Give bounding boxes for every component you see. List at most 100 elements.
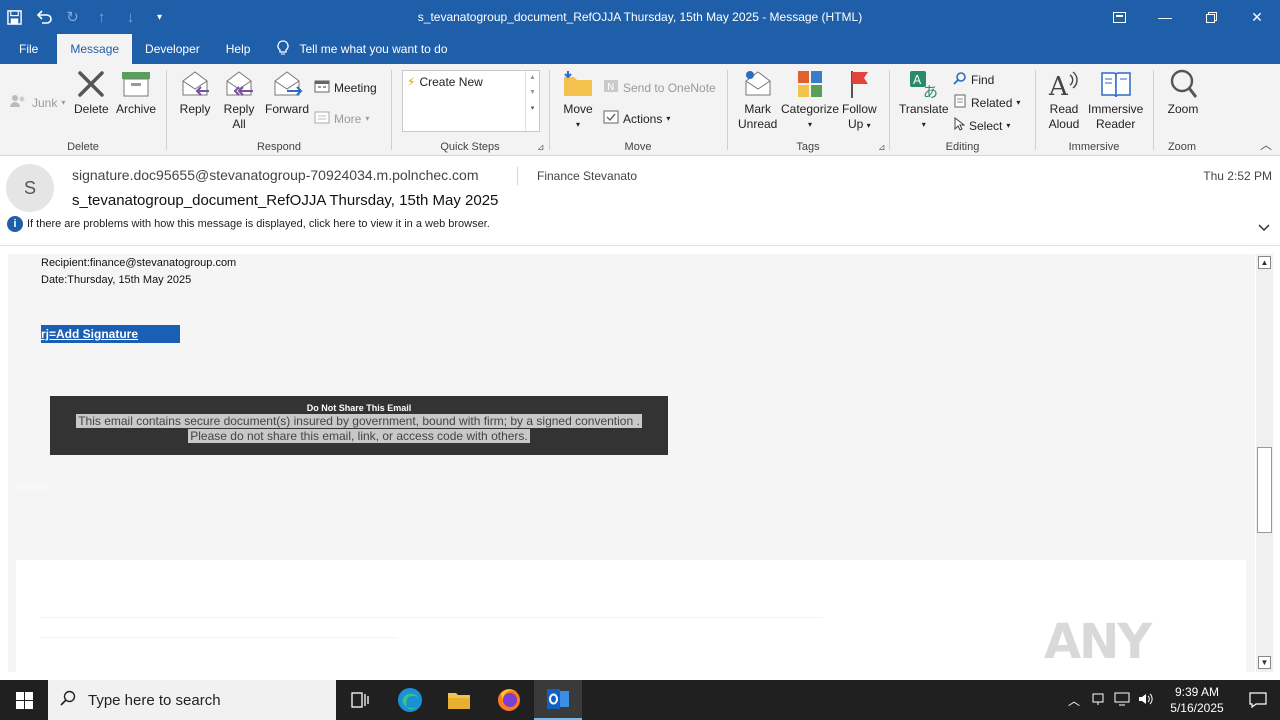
group-label-immersive: Immersive <box>1068 141 1120 153</box>
lightning-icon: ⚡ <box>407 75 416 89</box>
related-icon <box>953 94 967 111</box>
avatar[interactable]: S <box>6 164 54 212</box>
window-title: s_tevanatogroup_document_RefOJJA Thursda… <box>417 10 863 24</box>
notification-center-icon[interactable] <box>1236 680 1280 720</box>
search-placeholder: Type here to search <box>88 691 221 709</box>
tab-help[interactable]: Help <box>213 34 264 64</box>
search-icon <box>60 690 76 710</box>
firefox-icon[interactable] <box>485 680 533 720</box>
tell-me-text: Tell me what you want to do <box>299 42 448 56</box>
ribbon-separator <box>166 70 167 150</box>
info-bar[interactable]: i If there are problems with how this me… <box>7 216 490 232</box>
flag-icon <box>842 68 876 100</box>
reply-all-button[interactable]: Reply All <box>222 68 256 132</box>
find-button[interactable]: Find <box>953 71 994 88</box>
tags-launcher-icon[interactable]: ⊿ <box>878 142 886 153</box>
immersive-reader-icon <box>1099 68 1133 100</box>
network-icon[interactable] <box>1110 692 1134 709</box>
move-button[interactable]: Move ▾ <box>561 68 595 132</box>
archive-button[interactable]: Archive <box>116 68 156 117</box>
close-icon[interactable]: ✕ <box>1234 0 1280 34</box>
clock-time: 9:39 AM <box>1174 685 1220 699</box>
previous-item-icon[interactable]: ↑ <box>87 0 116 34</box>
delete-button[interactable]: Delete <box>74 68 109 117</box>
svg-text:A: A <box>913 73 922 87</box>
quick-step-create-new[interactable]: ⚡ Create New <box>407 75 483 89</box>
taskbar-search-box[interactable]: Type here to search <box>48 680 336 720</box>
save-icon[interactable] <box>0 0 29 34</box>
file-explorer-icon[interactable] <box>435 680 483 720</box>
minimize-icon[interactable]: — <box>1142 0 1188 34</box>
more-respond-button[interactable]: More ▾ <box>314 110 369 127</box>
title-bar: ↻ ↑ ↓ ▾ s_tevanatogroup_document_RefOJJA… <box>0 0 1280 34</box>
recipient-name[interactable]: Finance Stevanato <box>537 169 637 183</box>
categorize-button[interactable]: Categorize ▾ <box>781 68 839 132</box>
move-folder-icon <box>561 68 595 100</box>
reply-all-icon <box>222 68 256 100</box>
actions-icon <box>603 110 619 127</box>
scroll-down-icon[interactable]: ▼ <box>1258 656 1271 669</box>
clock-date: 5/16/2025 <box>1170 701 1224 715</box>
group-label-move: Move <box>624 141 652 153</box>
redo-icon[interactable]: ↻ <box>58 0 87 34</box>
read-aloud-button[interactable]: A Read Aloud <box>1047 68 1081 132</box>
find-icon <box>953 71 967 88</box>
volume-icon[interactable] <box>1134 692 1158 709</box>
select-cursor-icon <box>953 116 966 134</box>
meeting-button[interactable]: Meeting <box>314 79 377 96</box>
translate-button[interactable]: Aあ Translate ▾ <box>899 68 949 132</box>
read-aloud-icon: A <box>1047 68 1081 100</box>
collapse-ribbon-icon[interactable]: ︿ <box>1260 136 1272 153</box>
ribbon-display-options-icon[interactable] <box>1096 0 1142 34</box>
categorize-icon <box>793 68 827 100</box>
info-icon: i <box>7 216 23 232</box>
junk-button[interactable]: Junk ▾ <box>10 94 65 111</box>
scrollbar-thumb[interactable] <box>1257 447 1272 533</box>
restore-icon[interactable] <box>1188 0 1234 34</box>
undo-icon[interactable] <box>29 0 58 34</box>
group-label-editing: Editing <box>945 141 980 153</box>
group-label-tags: Tags <box>796 141 820 153</box>
group-label-respond: Respond <box>256 141 302 153</box>
taskbar-clock[interactable]: 9:39 AM 5/16/2025 <box>1158 684 1236 716</box>
edge-browser-icon[interactable] <box>386 680 434 720</box>
mark-unread-icon <box>741 68 775 100</box>
outlook-icon[interactable] <box>534 680 582 720</box>
actions-button[interactable]: Actions ▾ <box>603 110 670 127</box>
tab-developer[interactable]: Developer <box>132 34 213 64</box>
scroll-up-icon[interactable]: ▲ <box>1258 256 1271 269</box>
send-to-onenote-button[interactable]: N Send to OneNote <box>603 79 716 96</box>
show-hidden-icons-icon[interactable]: ︿ <box>1062 692 1086 709</box>
banner-line-1: This email contains secure document(s) i… <box>76 414 642 428</box>
immersive-reader-button[interactable]: Immersive Reader <box>1088 68 1143 132</box>
quick-steps-gallery[interactable]: ⚡ Create New ▲ ▼ ▾ <box>402 70 540 132</box>
sender-address[interactable]: signature.doc95655@stevanatogroup-709240… <box>72 167 479 183</box>
window-controls: — ✕ <box>1096 0 1280 34</box>
quick-steps-scroll[interactable]: ▲ ▼ ▾ <box>525 71 539 131</box>
customize-qat-icon[interactable]: ▾ <box>145 0 174 34</box>
task-view-icon[interactable] <box>336 680 384 720</box>
quick-steps-launcher-icon[interactable]: ⊿ <box>537 142 545 153</box>
tell-me-box[interactable]: Tell me what you want to do <box>263 34 448 64</box>
mark-unread-button[interactable]: Mark Unread <box>738 68 777 132</box>
tab-file[interactable]: File <box>0 34 57 64</box>
select-button[interactable]: Select ▾ <box>953 116 1010 134</box>
reply-button[interactable]: Reply <box>178 68 212 117</box>
forward-button[interactable]: Forward <box>265 68 309 117</box>
body-scrollbar[interactable]: ▲ ▼ <box>1256 254 1273 672</box>
next-item-icon[interactable]: ↓ <box>116 0 145 34</box>
related-button[interactable]: Related ▾ <box>953 94 1020 111</box>
hidden-text: Never <box>16 480 49 494</box>
expand-header-icon[interactable] <box>1258 220 1270 235</box>
follow-up-button[interactable]: Follow Up ▾ <box>842 68 877 133</box>
meeting-icon <box>314 79 330 96</box>
junk-icon <box>10 94 28 111</box>
taskbar: Type here to search ︿ 9:39 AM 5/16/2025 <box>0 680 1280 720</box>
zoom-button[interactable]: Zoom <box>1166 68 1200 117</box>
add-signature-link[interactable]: rj=Add Signature <box>41 327 138 341</box>
network-drive-icon[interactable] <box>1086 692 1110 709</box>
windows-start-icon[interactable] <box>0 680 48 720</box>
tab-message[interactable]: Message <box>57 34 133 64</box>
footer-line-2: ────────────────────────────────────────… <box>40 630 398 644</box>
translate-icon: Aあ <box>907 68 941 100</box>
